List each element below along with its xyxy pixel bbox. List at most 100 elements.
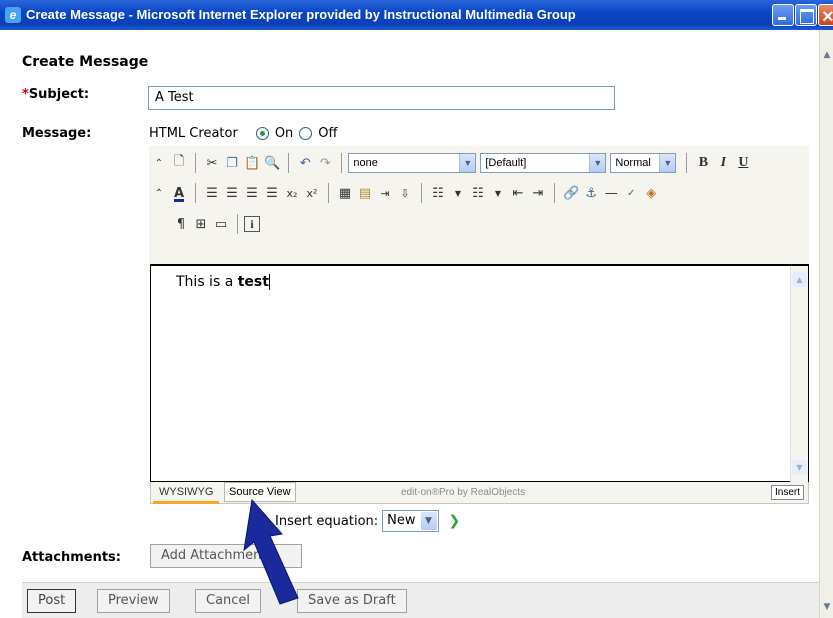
toolbar-separator [421, 183, 422, 203]
new-document-icon[interactable]: 🗋 [169, 152, 189, 174]
collapse-toolbar-icon[interactable]: ⌃ [149, 182, 169, 204]
insert-equation-label: Insert equation: [275, 513, 379, 529]
cut-icon[interactable]: ✂ [202, 152, 222, 174]
scroll-up-arrow-icon[interactable]: ▲ [822, 50, 832, 60]
copy-icon[interactable]: ❐ [222, 152, 242, 174]
go-arrow-icon[interactable]: ❯ [449, 513, 461, 529]
editor-text: This is a [176, 274, 238, 290]
paste-icon[interactable]: 📋 [242, 152, 262, 174]
editor-brand: edit-on®Pro by RealObjects [401, 487, 526, 498]
paragraph-style-value: none [353, 157, 378, 169]
numbered-list-icon[interactable]: ☷ [468, 182, 488, 204]
internet-explorer-icon: e [5, 7, 21, 23]
html-creator-off-radio[interactable] [299, 127, 313, 140]
html-creator-on-label: On [274, 126, 294, 141]
bullet-list-icon[interactable]: ☷ [428, 182, 448, 204]
html-creator-off-label: Off [318, 126, 338, 141]
italic-button[interactable]: I [713, 152, 733, 174]
preview-button[interactable]: Preview [97, 589, 170, 613]
html-creator-on-radio[interactable] [255, 127, 269, 140]
chevron-down-icon[interactable]: ▼ [448, 182, 468, 204]
scroll-down-arrow-icon[interactable]: ▼ [822, 602, 832, 612]
font-size-select[interactable]: Normal ▼ [610, 153, 677, 173]
toolbar-separator [237, 214, 238, 234]
underline-button[interactable]: U [733, 152, 753, 174]
font-family-select[interactable]: [Default] ▼ [480, 153, 607, 173]
chevron-down-icon: ▼ [589, 154, 606, 172]
info-icon[interactable]: i [244, 216, 260, 232]
chevron-down-icon: ▼ [459, 154, 476, 172]
insert-row-icon[interactable]: ⇥ [375, 182, 395, 204]
chevron-down-icon: ▼ [420, 512, 437, 530]
toolbar-separator [195, 183, 196, 203]
font-family-value: [Default] [485, 157, 527, 169]
paragraph-style-select[interactable]: none ▼ [348, 153, 477, 173]
redo-icon[interactable]: ↷ [315, 152, 335, 174]
scroll-down-arrow-icon[interactable]: ▼ [792, 460, 807, 475]
add-attachment-button[interactable]: Add Attachment [150, 544, 302, 568]
undo-icon[interactable]: ↶ [295, 152, 315, 174]
align-left-icon[interactable]: ☰ [202, 182, 222, 204]
text-cursor [268, 274, 270, 290]
insert-table-icon[interactable]: ▦ [335, 182, 355, 204]
subscript-icon[interactable]: x₂ [282, 182, 302, 204]
message-label: Message: [22, 126, 92, 141]
toolbar-separator [195, 153, 196, 173]
equation-select-value: New [387, 513, 416, 528]
cancel-button[interactable]: Cancel [195, 589, 262, 613]
find-icon[interactable]: 🔍 [262, 152, 282, 174]
insert-column-icon[interactable]: ⇩ [395, 182, 415, 204]
chevron-down-icon: ▼ [659, 154, 676, 172]
link-icon[interactable]: 🔗 [561, 182, 581, 204]
paragraph-marks-icon[interactable]: ¶ [171, 213, 191, 235]
wysiwyg-editor[interactable]: This is a test ▲ ▼ [150, 264, 809, 482]
toolbar-separator [686, 153, 688, 173]
insert-object-icon[interactable]: ◈ [641, 182, 661, 204]
toolbar-separator [341, 153, 343, 173]
minimize-button[interactable] [772, 4, 794, 26]
align-center-icon[interactable]: ☰ [222, 182, 242, 204]
collapse-toolbar-icon[interactable]: ⌃ [149, 152, 169, 174]
align-justify-icon[interactable]: ☰ [262, 182, 282, 204]
anchor-icon[interactable]: ⚓ [581, 182, 601, 204]
toolbar-separator [554, 183, 555, 203]
html-creator-label: HTML Creator [149, 126, 238, 141]
page-title: Create Message [22, 54, 149, 70]
required-marker: * [22, 87, 29, 102]
align-right-icon[interactable]: ☰ [242, 182, 262, 204]
fullscreen-icon[interactable]: ▭ [211, 213, 231, 235]
editor-toolbar: ⌃ 🗋 ✂ ❐ 📋 🔍 ↶ ↷ none ▼ [Default] ▼ Normal ▼… [149, 146, 809, 264]
indent-icon[interactable]: ⇥ [528, 182, 548, 204]
toolbar-separator [288, 153, 290, 173]
superscript-icon[interactable]: x² [302, 182, 322, 204]
font-color-icon[interactable]: A [169, 182, 189, 204]
subject-label-group: *Subject: [22, 87, 89, 102]
post-button[interactable]: Post [27, 589, 77, 613]
save-as-draft-button[interactable]: Save as Draft [297, 589, 407, 613]
window-title: Create Message - Microsoft Internet Expl… [26, 7, 576, 22]
insert-mode-indicator: Insert [770, 485, 804, 500]
font-size-value: Normal [615, 157, 651, 169]
editor-content[interactable]: This is a test [176, 274, 270, 290]
table-properties-icon[interactable]: ▤ [355, 182, 375, 204]
subject-input[interactable]: A Test [148, 86, 615, 110]
subject-label: Subject: [28, 87, 90, 102]
chevron-down-icon[interactable]: ▼ [488, 182, 508, 204]
tab-wysiwyg[interactable]: WYSIWYG [153, 482, 220, 504]
spellcheck-icon[interactable]: ✓ [621, 182, 641, 204]
horizontal-rule-icon[interactable]: — [601, 182, 621, 204]
bold-button[interactable]: B [693, 152, 713, 174]
tab-source-view[interactable]: Source View [224, 482, 296, 502]
editor-scrollbar[interactable]: ▲ ▼ [790, 266, 808, 482]
outdent-icon[interactable]: ⇤ [508, 182, 528, 204]
editor-footer: WYSIWYG Source View edit-on®Pro by RealO… [150, 482, 809, 504]
attachments-label: Attachments: [22, 550, 121, 565]
scroll-up-arrow-icon[interactable]: ▲ [792, 272, 807, 287]
equation-select[interactable]: New ▼ [382, 510, 439, 532]
structure-view-icon[interactable]: ⊞ [191, 213, 211, 235]
toolbar-separator [328, 183, 329, 203]
close-button[interactable] [818, 2, 833, 32]
maximize-button[interactable] [795, 4, 817, 26]
window-title-bar: e Create Message - Microsoft Internet Ex… [0, 0, 833, 32]
page-scrollbar[interactable]: ▲ ▼ [819, 30, 833, 618]
